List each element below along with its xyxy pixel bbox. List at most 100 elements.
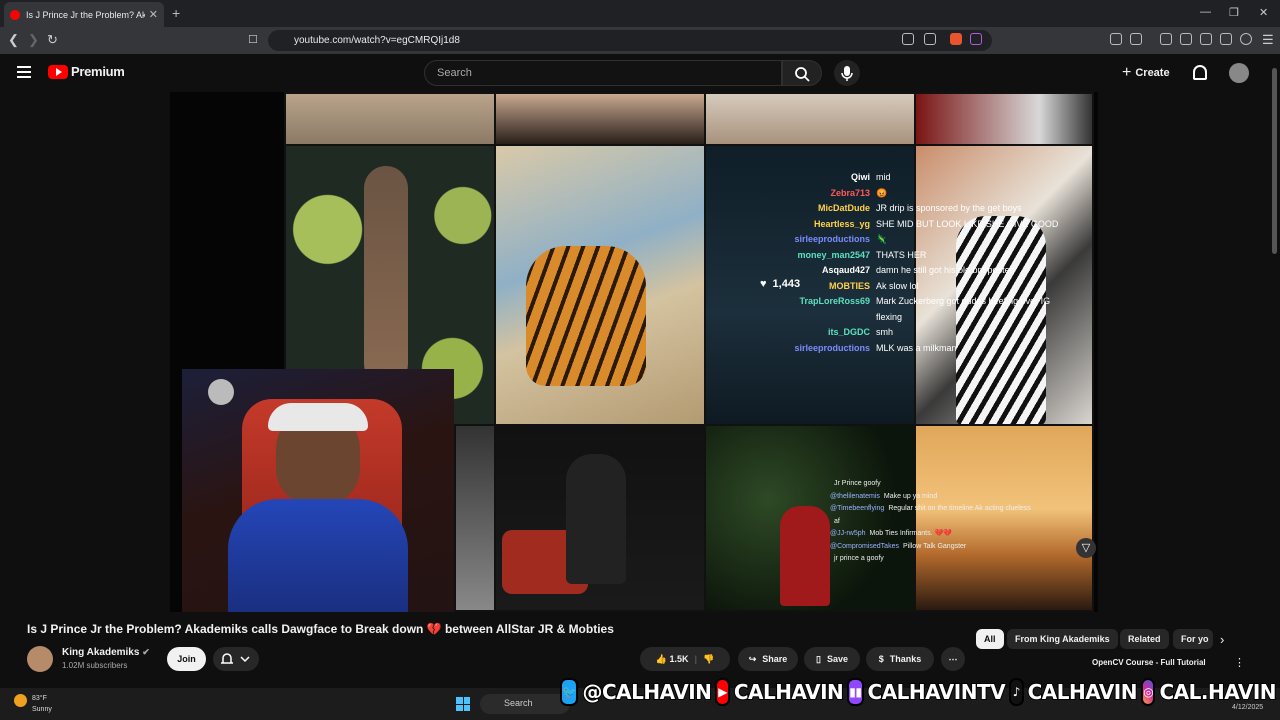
youtube-icon: ▶ bbox=[715, 678, 730, 706]
photo-tile bbox=[914, 92, 1094, 146]
recommendation-title[interactable]: OpenCV Course - Full Tutorial bbox=[1092, 658, 1206, 667]
reader-icon[interactable] bbox=[1130, 33, 1142, 45]
join-button[interactable]: Join bbox=[167, 647, 206, 671]
new-tab-icon[interactable]: + bbox=[172, 5, 180, 21]
subscription-bell-button[interactable] bbox=[213, 647, 259, 671]
reload-icon[interactable]: ↻ bbox=[47, 32, 58, 48]
stream-likes: ♥ 1,443 bbox=[760, 278, 800, 290]
menu-icon[interactable]: ☰ bbox=[1262, 32, 1274, 48]
rewards-icon[interactable] bbox=[970, 33, 982, 45]
photo-tile bbox=[494, 92, 706, 146]
channel-avatar[interactable] bbox=[27, 646, 53, 672]
webcam-overlay bbox=[182, 369, 454, 612]
search-button[interactable] bbox=[782, 60, 822, 86]
leo-icon[interactable] bbox=[1220, 33, 1232, 45]
more-actions-button[interactable]: ⋯ bbox=[941, 647, 965, 671]
chat-message: mid bbox=[876, 172, 891, 182]
chat-user: @CompromisedTakes bbox=[830, 542, 899, 550]
url-text: youtube.com/watch?v=egCMRQIj1d8 bbox=[294, 35, 460, 46]
chat-message: flexing bbox=[876, 311, 903, 322]
chat-message: smh bbox=[876, 327, 894, 337]
boat-shape bbox=[364, 166, 408, 386]
restore-icon[interactable]: ❐ bbox=[1229, 6, 1239, 19]
wallet-icon[interactable] bbox=[1200, 33, 1212, 45]
photo-tile bbox=[454, 424, 496, 612]
dislike-button[interactable]: 👎 bbox=[703, 654, 714, 665]
extension-icon[interactable] bbox=[1110, 33, 1122, 45]
url-field[interactable]: youtube.com/watch?v=egCMRQIj1d8 bbox=[268, 30, 992, 51]
browser-tab-bar: Is J Prince Jr the Problem? Akad ✕ + — ❐… bbox=[0, 0, 1280, 27]
forward-icon[interactable]: ❯ bbox=[28, 32, 39, 48]
sidebar-icon[interactable] bbox=[1180, 33, 1192, 45]
like-count: 1.5K bbox=[669, 653, 689, 664]
chat-row: Zebra713 😡 bbox=[708, 186, 1058, 202]
photo-tile-tiger bbox=[494, 144, 706, 426]
chat-user: MicDatDude bbox=[817, 203, 870, 213]
twitch-icon: ▮▮ bbox=[847, 678, 864, 706]
like-dislike-group: 👍 1.5K | 👎 bbox=[640, 647, 730, 671]
figure-shape bbox=[566, 454, 626, 584]
chat-row: money_man2547 THATS HER bbox=[708, 248, 1058, 264]
heart-icon: ♥ bbox=[760, 278, 767, 290]
minimize-icon[interactable]: — bbox=[1200, 6, 1211, 18]
like-button[interactable]: 👍 1.5K bbox=[656, 654, 689, 665]
photo-tile bbox=[284, 92, 496, 146]
jersey-shape bbox=[228, 499, 408, 612]
chat-user: @thelilenatemis bbox=[830, 492, 880, 500]
youtube-favicon-icon bbox=[10, 9, 20, 20]
chip-from-channel[interactable]: From King Akademiks bbox=[1007, 629, 1118, 649]
chat-message: THATS HER bbox=[876, 249, 927, 260]
recommendation-menu-icon[interactable]: ⋮ bbox=[1234, 656, 1245, 669]
taskbar-search-label: Search bbox=[504, 698, 533, 708]
chat-row: sirleeproductions 🦎 bbox=[708, 232, 1058, 248]
channel-name-text: King Akademiks bbox=[62, 647, 140, 658]
save-button[interactable]: ▯ Save bbox=[804, 647, 860, 671]
page-scrollbar[interactable] bbox=[1272, 68, 1277, 254]
chips-next-icon[interactable]: › bbox=[1220, 632, 1224, 647]
share-icon: ↪ bbox=[748, 653, 757, 664]
hamburger-menu-icon[interactable] bbox=[17, 66, 31, 81]
vpn-icon[interactable] bbox=[1240, 33, 1252, 45]
chat-user: TrapLoreRoss69 bbox=[799, 296, 870, 306]
close-tab-icon[interactable]: ✕ bbox=[149, 8, 158, 21]
chat-user: its_DGDC bbox=[827, 327, 870, 337]
voice-search-button[interactable] bbox=[834, 60, 860, 86]
filter-icon[interactable]: ▽ bbox=[1076, 538, 1096, 558]
cast-icon[interactable] bbox=[902, 33, 914, 45]
search-icon bbox=[795, 67, 810, 82]
youtube-logo[interactable]: Premium bbox=[48, 64, 125, 79]
bookmark-icon[interactable]: ☐ bbox=[248, 33, 258, 46]
search-input[interactable]: Search bbox=[424, 60, 782, 86]
chat-row: Jr Prince goofy bbox=[830, 478, 1031, 491]
windows-start-icon[interactable] bbox=[456, 697, 470, 711]
chip-for-you[interactable]: For yo bbox=[1173, 629, 1213, 649]
share-label: Share bbox=[762, 654, 788, 664]
chat-row: @thelilenatemis Make up ya mind bbox=[830, 491, 1031, 504]
chip-related[interactable]: Related bbox=[1120, 629, 1169, 649]
taskbar-search[interactable]: Search bbox=[480, 694, 570, 714]
back-icon[interactable]: ❮ bbox=[8, 32, 19, 48]
chat-row: MicDatDude JR drip is sponsored by the ge… bbox=[708, 201, 1058, 217]
close-window-icon[interactable]: ✕ bbox=[1259, 6, 1268, 19]
browser-tab[interactable]: Is J Prince Jr the Problem? Akad ✕ bbox=[4, 2, 164, 27]
brave-shield-icon[interactable] bbox=[950, 33, 962, 45]
likes-count: 1,443 bbox=[772, 278, 801, 290]
create-button[interactable]: + Create bbox=[1122, 64, 1170, 82]
brand-label: Premium bbox=[71, 64, 125, 79]
tiktok-icon: ♪ bbox=[1009, 678, 1024, 706]
music-icon[interactable] bbox=[1160, 33, 1172, 45]
account-avatar[interactable] bbox=[1229, 63, 1249, 83]
tiger-shape bbox=[526, 246, 646, 386]
chat-message: SHE MID BUT LOOK LIKE SHE GIVE GOOD bbox=[876, 218, 1059, 229]
instagram-icon: ◎ bbox=[1140, 678, 1156, 706]
chat-message: Mob Ties Infirmants. 💔💔 bbox=[869, 530, 952, 537]
channel-name[interactable]: King Akademiks ✔ bbox=[62, 647, 150, 658]
thanks-icon: $ bbox=[878, 654, 884, 664]
share-page-icon[interactable] bbox=[924, 33, 936, 45]
thanks-button[interactable]: $ Thanks bbox=[866, 647, 934, 671]
notifications-bell-icon[interactable] bbox=[1193, 65, 1207, 80]
chip-all[interactable]: All bbox=[976, 629, 1004, 649]
share-button[interactable]: ↪ Share bbox=[738, 647, 798, 671]
instagram-handle: CAL.HAVIN bbox=[1158, 679, 1277, 705]
chat-user: sirleeproductions bbox=[794, 342, 870, 353]
